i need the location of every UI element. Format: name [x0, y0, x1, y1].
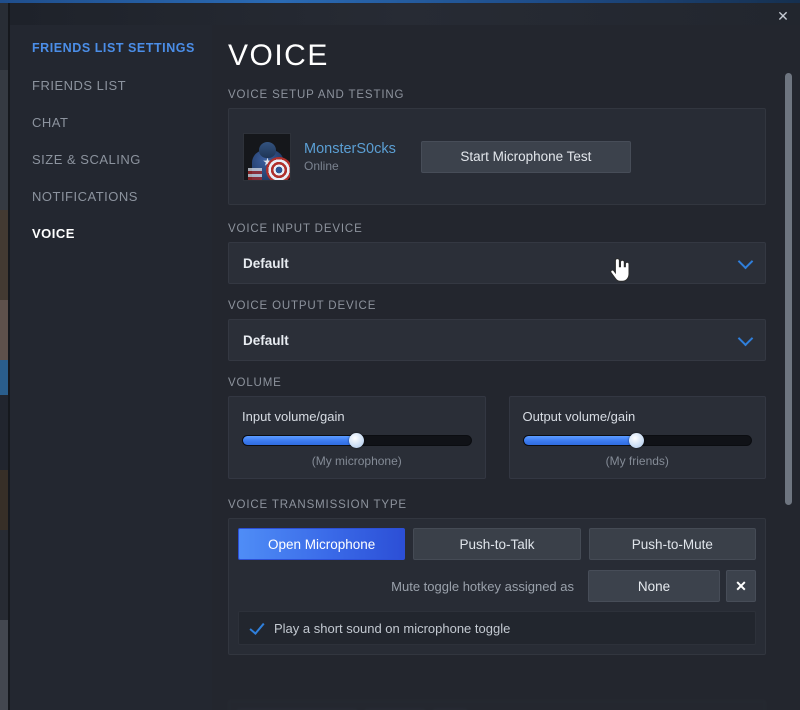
mute-toggle-hotkey-row: Mute toggle hotkey assigned as None ✕	[238, 569, 756, 603]
voice-output-device-dropdown[interactable]: Default	[228, 319, 766, 361]
voice-input-device-value: Default	[243, 255, 289, 271]
output-volume-slider-fill	[523, 436, 638, 445]
mute-toggle-hotkey-button[interactable]: None	[588, 570, 720, 602]
page-title: VOICE	[228, 39, 329, 72]
input-volume-slider[interactable]	[242, 432, 472, 448]
scroll-area: VOICE SETUP AND TESTING MonsterS0cks Onl…	[212, 73, 800, 710]
output-volume-slider[interactable]	[522, 432, 752, 448]
avatar[interactable]	[243, 132, 291, 181]
clear-hotkey-icon[interactable]: ✕	[726, 570, 756, 602]
start-microphone-test-button[interactable]: Start Microphone Test	[420, 140, 631, 173]
profile-status: Online	[304, 159, 339, 174]
avatar-head	[259, 141, 276, 158]
input-volume-slider-thumb[interactable]	[348, 432, 364, 448]
sidebar-item-voice[interactable]: VOICE	[32, 226, 212, 241]
content-scrollbar[interactable]	[785, 73, 792, 703]
content-scrollbar-thumb[interactable]	[785, 73, 792, 505]
title-bar: ✕	[10, 3, 800, 25]
transmission-mode-buttons: Open Microphone Push-to-Talk Push-to-Mut…	[238, 528, 756, 560]
input-volume-card: Input volume/gain (My microphone)	[228, 396, 486, 479]
transmission-mode-push-to-mute[interactable]: Push-to-Mute	[588, 528, 756, 560]
input-volume-slider-fill	[243, 436, 357, 445]
transmission-mode-open-microphone[interactable]: Open Microphone	[238, 528, 406, 560]
sidebar-heading[interactable]: FRIENDS LIST SETTINGS	[32, 41, 212, 55]
output-volume-caption: (My friends)	[605, 454, 669, 468]
voice-setup-card: MonsterS0cks Online Start Microphone Tes…	[228, 108, 766, 205]
input-volume-title: Input volume/gain	[242, 409, 345, 424]
output-volume-card: Output volume/gain (My friends)	[508, 396, 766, 479]
close-icon[interactable]: ✕	[770, 5, 796, 27]
play-sound-on-toggle-checkbox-row[interactable]: Play a short sound on microphone toggle	[238, 611, 756, 645]
settings-sidebar: FRIENDS LIST SETTINGS FRIENDS LIST CHAT …	[10, 25, 212, 710]
profile-text: MonsterS0cks Online	[304, 140, 396, 173]
next-section-preview	[228, 681, 766, 710]
next-section-card	[228, 700, 766, 710]
settings-content-panel: VOICE VOICE SETUP AND TESTING MonsterS0c…	[212, 25, 800, 710]
avatar-shield	[266, 156, 290, 180]
section-label-voice-input-device: VOICE INPUT DEVICE	[228, 223, 363, 235]
transmission-mode-push-to-talk[interactable]: Push-to-Talk	[413, 528, 581, 560]
section-label-volume: VOLUME	[228, 377, 282, 389]
voice-transmission-card: Open Microphone Push-to-Talk Push-to-Mut…	[228, 518, 766, 655]
chevron-down-icon	[737, 253, 754, 270]
next-section-label	[228, 681, 766, 693]
background-window-edge	[0, 0, 10, 710]
section-label-voice-setup: VOICE SETUP AND TESTING	[228, 89, 405, 101]
avatar-stripes	[248, 167, 262, 180]
chevron-down-icon	[737, 330, 754, 347]
checkmark-icon	[249, 620, 265, 636]
sidebar-item-notifications[interactable]: NOTIFICATIONS	[32, 189, 212, 204]
sidebar-item-chat[interactable]: CHAT	[32, 115, 212, 130]
play-sound-on-toggle-label: Play a short sound on microphone toggle	[274, 620, 511, 636]
output-volume-title: Output volume/gain	[522, 409, 636, 424]
friends-list-settings-window: ✕ FRIENDS LIST SETTINGS FRIENDS LIST CHA…	[0, 0, 800, 710]
sidebar-item-friends-list[interactable]: FRIENDS LIST	[32, 78, 212, 93]
voice-output-device-value: Default	[243, 332, 289, 348]
profile-name[interactable]: MonsterS0cks	[304, 140, 396, 158]
mute-toggle-hotkey-label: Mute toggle hotkey assigned as	[391, 578, 574, 594]
output-volume-slider-thumb[interactable]	[629, 432, 645, 448]
sidebar-item-size-and-scaling[interactable]: SIZE & SCALING	[32, 152, 212, 167]
input-volume-caption: (My microphone)	[311, 454, 402, 468]
voice-input-device-dropdown[interactable]: Default	[228, 242, 766, 284]
section-label-voice-transmission-type: VOICE TRANSMISSION TYPE	[228, 499, 407, 511]
volume-row: Input volume/gain (My microphone) Output…	[228, 396, 766, 479]
section-label-voice-output-device: VOICE OUTPUT DEVICE	[228, 300, 377, 312]
